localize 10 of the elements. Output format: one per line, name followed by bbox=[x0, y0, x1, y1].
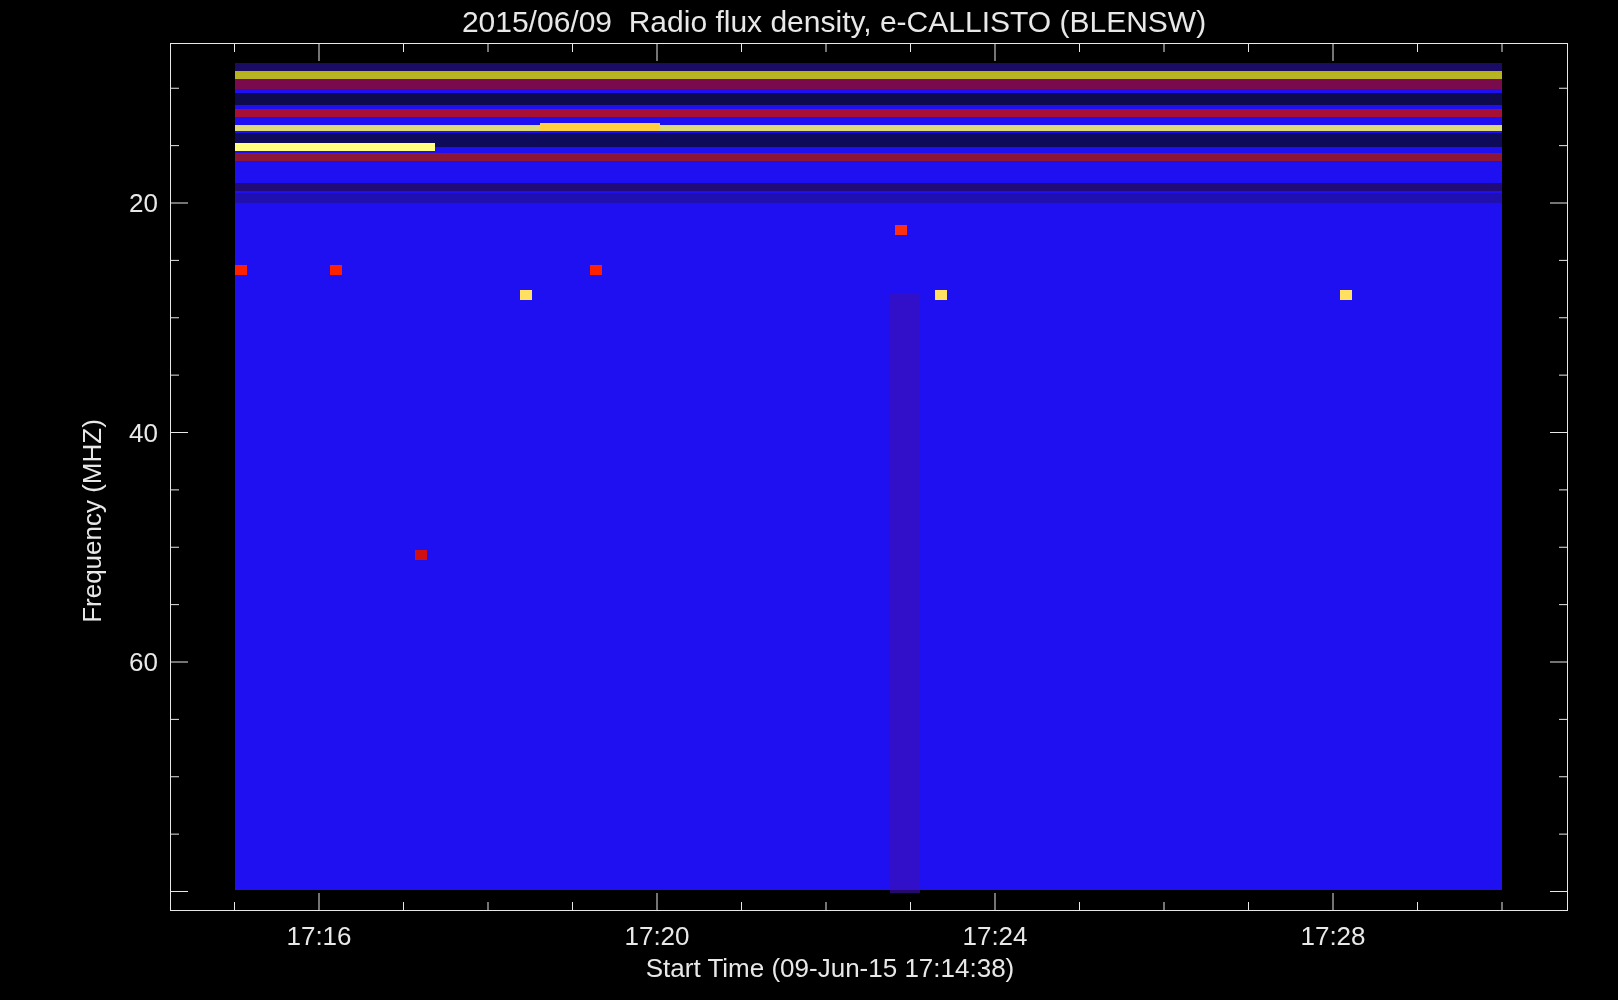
x-tick-label: 17:28 bbox=[1300, 923, 1366, 949]
y-tick-label: 20 bbox=[128, 190, 158, 216]
y-tick-label: 60 bbox=[128, 649, 158, 675]
y-tick-label: 40 bbox=[128, 419, 158, 446]
y-axis-label: Frequency (MHZ) bbox=[79, 419, 105, 623]
chart-title: 2015/06/09 Radio flux density, e-CALLISTO (BLENSW) bbox=[461, 6, 1207, 37]
x-tick-label: 17:24 bbox=[962, 923, 1028, 949]
x-tick-label: 17:20 bbox=[624, 923, 690, 949]
x-tick-label: 17:16 bbox=[286, 923, 352, 949]
x-axis-label: Start Time (09-Jun-15 17:14:38) bbox=[645, 955, 1015, 981]
